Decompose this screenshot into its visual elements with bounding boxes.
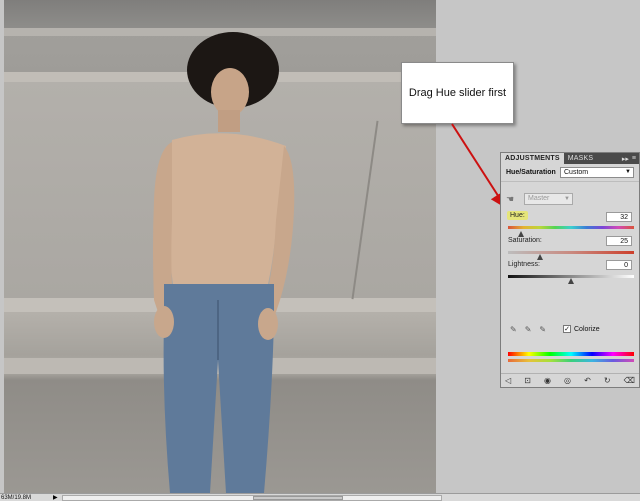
adjustment-title: Hue/Saturation	[506, 169, 556, 176]
back-icon[interactable]: ◁	[505, 376, 511, 385]
colorize-checkbox[interactable]: ✓	[563, 325, 571, 333]
saturation-slider-track[interactable]	[508, 251, 634, 254]
status-bar: 63M/19.8M ▶	[0, 493, 640, 501]
output-color-bar	[508, 359, 634, 362]
person-photo	[153, 32, 295, 493]
chevron-down-icon: ▼	[564, 196, 570, 202]
reset-icon[interactable]: ↻	[604, 376, 611, 385]
eye-icon[interactable]: ◎	[564, 376, 571, 385]
collapse-icon[interactable]: ▸▸	[622, 155, 629, 163]
hue-value-field[interactable]: 32	[606, 212, 632, 222]
photo-canvas[interactable]	[4, 0, 436, 493]
saturation-value-field[interactable]: 25	[606, 236, 632, 246]
tab-masks[interactable]: MASKS	[564, 153, 598, 164]
workspace: Drag Hue slider first ADJUSTMENTS MASKS …	[0, 0, 640, 501]
lightness-label: Lightness:	[508, 261, 540, 268]
eyedropper-plus-icon[interactable]: ✎	[525, 325, 532, 334]
colorize-label: Colorize	[574, 325, 600, 333]
panel-tab-bar: ADJUSTMENTS MASKS ▸▸ ≡	[501, 153, 639, 164]
doc-size-readout: 63M/19.8M	[1, 494, 32, 501]
status-menu-arrow-icon[interactable]: ▶	[53, 494, 58, 501]
saturation-slider-thumb[interactable]	[537, 254, 543, 260]
chevron-down-icon: ▼	[625, 169, 631, 175]
horizontal-scrollbar[interactable]	[61, 494, 442, 501]
eyedropper-group: ✎ ✎ ✎	[510, 325, 546, 334]
channel-value: Master	[528, 195, 550, 202]
scrollbar-thumb[interactable]	[252, 495, 343, 500]
colorize-option[interactable]: ✓ Colorize	[563, 325, 600, 333]
callout-arrow	[451, 123, 507, 209]
preset-dropdown[interactable]: Custom ▼	[560, 167, 634, 178]
eyedropper-icon[interactable]: ✎	[510, 325, 517, 334]
saturation-label: Saturation:	[508, 237, 542, 244]
preset-value: Custom	[564, 169, 589, 176]
callout-box: Drag Hue slider first	[401, 62, 514, 124]
tab-adjustments[interactable]: ADJUSTMENTS	[501, 153, 564, 164]
clip-icon[interactable]: ⊡	[524, 376, 531, 385]
channel-row: ☚ Master ▼	[506, 193, 573, 205]
visibility-icon[interactable]: ◉	[544, 376, 551, 385]
hue-label: Hue:	[507, 211, 528, 220]
panel-header: Hue/Saturation Custom ▼	[501, 164, 639, 182]
channel-dropdown[interactable]: Master ▼	[524, 193, 573, 205]
callout-text: Drag Hue slider first	[408, 87, 507, 99]
eyedropper-minus-icon[interactable]: ✎	[539, 325, 546, 334]
lightness-slider-thumb[interactable]	[568, 278, 574, 284]
adjustments-panel: ADJUSTMENTS MASKS ▸▸ ≡ Hue/Saturation Cu…	[500, 152, 640, 388]
panel-footer: ◁ ⊡ ◉ ◎ ↶ ↻ ⌫	[501, 373, 639, 387]
targeted-adjustment-icon[interactable]: ☚	[506, 194, 518, 205]
panel-menu-icon[interactable]: ≡	[632, 155, 636, 162]
trash-icon[interactable]: ⌫	[624, 376, 635, 385]
lightness-value-field[interactable]: 0	[606, 260, 632, 270]
input-color-bar	[508, 352, 634, 356]
hue-slider-track[interactable]	[508, 226, 634, 229]
panel-menu-controls: ▸▸ ≡	[622, 153, 639, 164]
previous-state-icon[interactable]: ↶	[584, 376, 591, 385]
